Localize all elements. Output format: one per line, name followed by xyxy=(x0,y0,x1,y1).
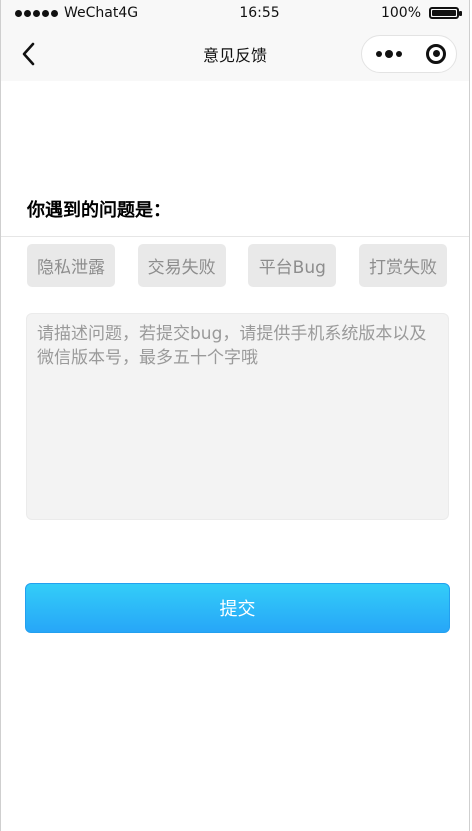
question-title: 你遇到的问题是： xyxy=(27,200,171,221)
battery-icon xyxy=(429,7,462,19)
signal-strength-icon xyxy=(15,9,58,17)
more-button[interactable] xyxy=(376,49,402,58)
issue-tags: 隐私泄露 交易失败 平台Bug 打赏失败 xyxy=(27,244,447,287)
tag-tip-failed[interactable]: 打赏失败 xyxy=(358,244,447,287)
tag-privacy-leak[interactable]: 隐私泄露 xyxy=(27,244,115,287)
back-button[interactable] xyxy=(13,39,43,69)
chevron-left-icon xyxy=(22,42,35,65)
navigation-bar: 意见反馈 xyxy=(1,26,469,81)
app-frame: WeChat4G 16:55 100% 意见反馈 你遇到的问题是： 隐私泄露 交… xyxy=(0,0,470,831)
tag-platform-bug[interactable]: 平台Bug xyxy=(248,244,337,287)
mini-program-capsule xyxy=(361,34,457,73)
close-button[interactable] xyxy=(426,43,446,64)
battery-fill xyxy=(432,10,456,16)
status-bar: WeChat4G 16:55 100% xyxy=(1,0,469,26)
status-time: 16:55 xyxy=(239,5,280,21)
submit-button[interactable]: 提交 xyxy=(25,583,450,633)
battery-percent: 100% xyxy=(380,5,421,21)
target-close-icon xyxy=(426,43,446,64)
divider xyxy=(1,236,469,237)
carrier-label: WeChat4G xyxy=(64,5,139,21)
feedback-textarea[interactable]: 请描述问题，若提交bug，请提供手机系统版本以及微信版本号，最多五十个字哦 xyxy=(26,313,449,520)
status-left: WeChat4G xyxy=(15,5,138,21)
status-right: 100% xyxy=(380,5,462,21)
more-dots-icon xyxy=(376,49,402,58)
tag-transaction-failed[interactable]: 交易失败 xyxy=(137,244,226,287)
